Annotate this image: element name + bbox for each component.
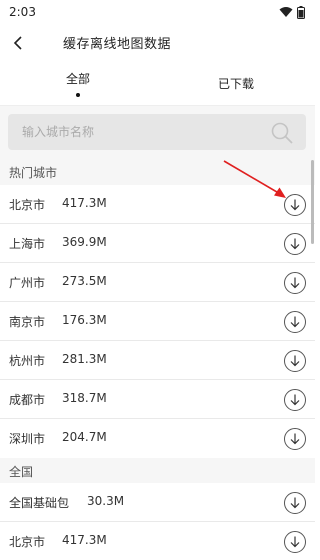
city-size: 318.7M [62, 391, 107, 405]
city-size: 30.3M [87, 494, 125, 508]
chevron-left-icon [13, 36, 22, 50]
app-header: 缓存离线地图数据 [0, 24, 315, 62]
city-name: 深圳市 [9, 432, 46, 446]
download-button[interactable] [284, 492, 306, 514]
wifi-icon [279, 7, 293, 17]
list-item[interactable]: 全国基础包 30.3M [0, 483, 315, 522]
status-bar: 2:03 [0, 0, 315, 24]
city-size: 176.3M [62, 313, 107, 327]
city-list-area: 热门城市 北京市 417.3M 上海市 369.9M 广州市 273.5M 南京… [0, 106, 315, 560]
city-name: 杭州市 [9, 354, 46, 368]
list-item[interactable]: 北京市 417.3M [0, 185, 315, 224]
city-name: 北京市 [9, 198, 46, 212]
scrollbar[interactable] [311, 160, 314, 244]
search-input[interactable] [8, 114, 306, 150]
city-size: 369.9M [62, 235, 107, 249]
city-name: 广州市 [9, 276, 46, 290]
city-name: 南京市 [9, 315, 46, 329]
download-button[interactable] [284, 311, 306, 333]
city-size: 417.3M [62, 533, 107, 547]
tab-bar: 全部 已下载 [0, 62, 315, 106]
download-button[interactable] [284, 233, 306, 255]
city-name: 全国基础包 [9, 496, 70, 510]
city-name: 成都市 [9, 393, 46, 407]
city-size: 273.5M [62, 274, 107, 288]
download-arrow-icon [290, 433, 300, 445]
download-button[interactable] [284, 194, 306, 216]
download-button[interactable] [284, 272, 306, 294]
status-time: 2:03 [9, 5, 36, 19]
download-button[interactable] [284, 389, 306, 411]
download-button[interactable] [284, 531, 306, 553]
list-item[interactable]: 上海市 369.9M [0, 224, 315, 263]
download-arrow-icon [290, 199, 300, 211]
status-icons [279, 5, 305, 19]
list-item[interactable]: 南京市 176.3M [0, 302, 315, 341]
download-arrow-icon [290, 277, 300, 289]
tab-all-label: 全部 [65, 71, 90, 86]
download-arrow-icon [290, 238, 300, 250]
download-arrow-icon [290, 536, 300, 548]
city-size: 417.3M [62, 196, 107, 210]
section-header-hot: 热门城市 [9, 165, 58, 180]
search-box [8, 114, 306, 150]
tab-downloaded[interactable]: 已下载 [206, 62, 266, 106]
tab-all[interactable]: 全部 [48, 62, 108, 106]
list-item[interactable]: 深圳市 204.7M [0, 419, 315, 458]
city-size: 204.7M [62, 430, 107, 444]
section-header-national: 全国 [9, 464, 34, 479]
download-arrow-icon [290, 355, 300, 367]
back-button[interactable] [6, 30, 32, 56]
tab-downloaded-label: 已下载 [217, 76, 254, 91]
tab-active-indicator [76, 92, 80, 97]
list-item[interactable]: 广州市 273.5M [0, 263, 315, 302]
list-item[interactable]: 北京市 417.3M [0, 522, 315, 560]
hot-city-list: 北京市 417.3M 上海市 369.9M 广州市 273.5M 南京市 176… [0, 185, 315, 458]
download-arrow-icon [290, 497, 300, 509]
download-arrow-icon [290, 316, 300, 328]
battery-icon [297, 5, 305, 19]
city-size: 281.3M [62, 352, 107, 366]
city-name: 上海市 [9, 237, 46, 251]
download-button[interactable] [284, 350, 306, 372]
download-arrow-icon [290, 394, 300, 406]
download-button[interactable] [284, 428, 306, 450]
list-item[interactable]: 杭州市 281.3M [0, 341, 315, 380]
list-item[interactable]: 成都市 318.7M [0, 380, 315, 419]
national-list: 全国基础包 30.3M 北京市 417.3M [0, 483, 315, 560]
city-name: 北京市 [9, 535, 46, 549]
page-title: 缓存离线地图数据 [63, 37, 172, 52]
search-icon[interactable] [270, 121, 294, 145]
